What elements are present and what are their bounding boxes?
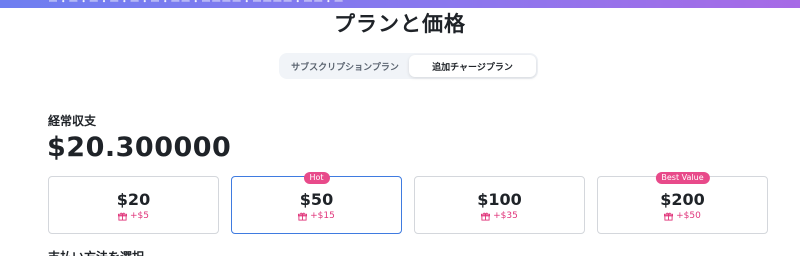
balance-amount: $20.300000: [47, 132, 232, 163]
plan-type-tabs: サブスクリプションプラン 追加チャージプラン: [279, 53, 538, 79]
plan-bonus-text: +$15: [310, 211, 335, 221]
plan-bonus-text: +$35: [493, 211, 518, 221]
plan-price: $100: [477, 190, 522, 209]
gift-icon: [664, 212, 674, 221]
plan-bonus: +$15: [232, 211, 401, 221]
balance-label: 経常収支: [48, 114, 97, 128]
plan-card-50[interactable]: Hot $50 +$15: [231, 172, 402, 234]
plan-price: $50: [299, 190, 334, 209]
plan-bonus: +$50: [598, 211, 767, 221]
banner-text: ー・ー・ー・ー・ー・ー・ーー・ーーーー・ーーーー・ーー・ー: [48, 0, 344, 8]
best-value-badge: Best Value: [655, 172, 710, 184]
tab-subscription-plan[interactable]: サブスクリプションプラン: [281, 55, 409, 77]
plan-bonus: +$5: [49, 211, 218, 221]
plan-bonus: +$35: [415, 211, 584, 221]
hot-badge: Hot: [303, 172, 330, 184]
payment-method-label: 支払い方法を選択: [48, 248, 144, 256]
plan-bonus-text: +$50: [676, 211, 701, 221]
top-banner: ー・ー・ー・ー・ー・ー・ーー・ーーーー・ーーーー・ーー・ー: [0, 0, 800, 8]
page-title: プランと価格: [334, 12, 466, 36]
plan-price: $200: [660, 190, 705, 209]
gift-icon: [481, 212, 491, 221]
tab-addon-charge-plan[interactable]: 追加チャージプラン: [409, 55, 536, 77]
plan-price: $20: [116, 190, 151, 209]
plan-card-20[interactable]: $20 +$5: [48, 176, 219, 234]
plan-bonus-text: +$5: [130, 211, 149, 221]
gift-icon: [118, 212, 127, 221]
plan-card-200[interactable]: Best Value $200 +$50: [597, 172, 768, 234]
plan-card-100[interactable]: $100 +$35: [414, 176, 585, 234]
gift-icon: [298, 212, 308, 221]
